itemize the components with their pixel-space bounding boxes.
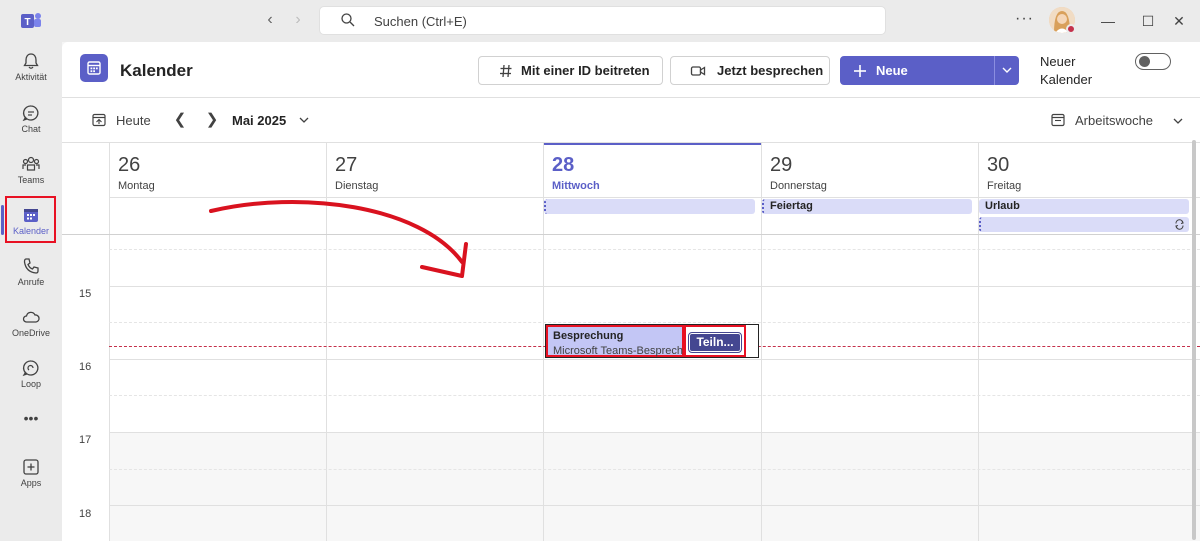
vertical-scrollbar[interactable] xyxy=(1192,140,1196,540)
annotation-arrow-icon xyxy=(209,199,468,278)
